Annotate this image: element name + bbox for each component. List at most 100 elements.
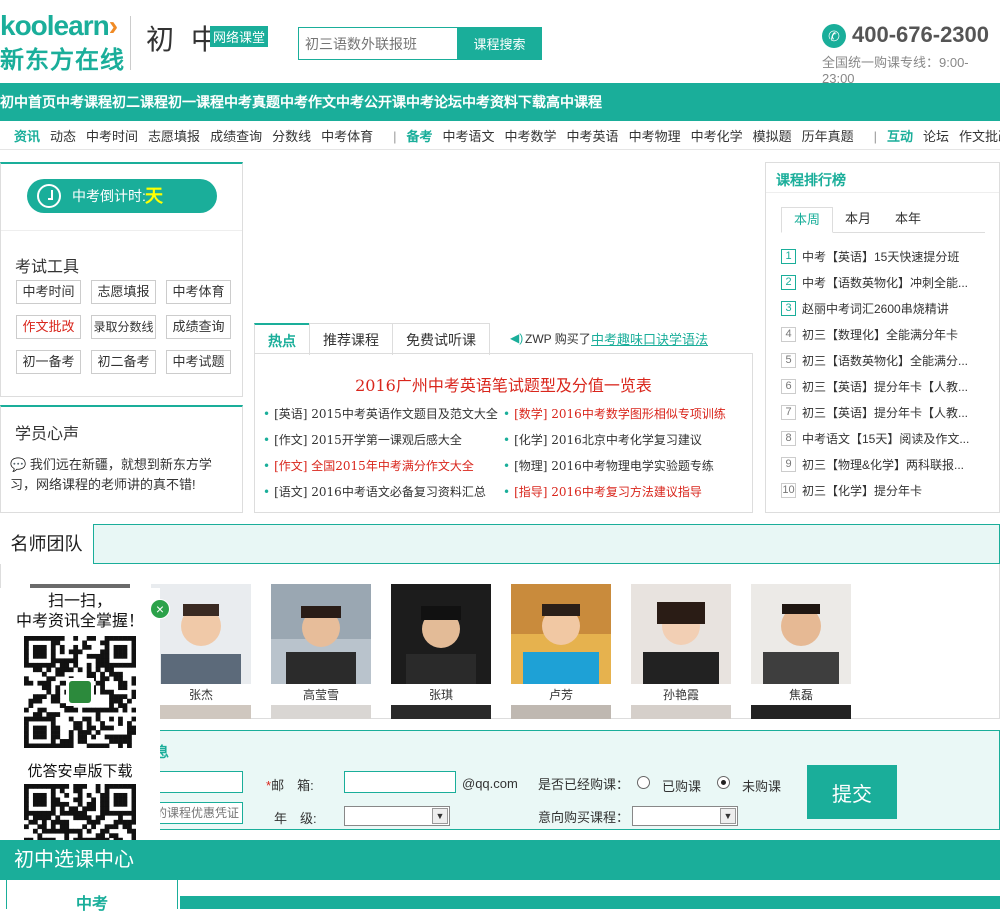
email-input[interactable] [344, 771, 456, 793]
news-item[interactable]: • [语文] 2016中考语文必备复习资料汇总 [263, 483, 486, 500]
radio-not-bought-label[interactable]: 未购课 [742, 776, 781, 795]
nav-item[interactable]: 初一课程 [168, 83, 224, 121]
subnav-item[interactable]: 历年真题 [802, 123, 854, 150]
news-item[interactable]: • [指导] 2016中考复习方法建议指导 [503, 483, 702, 500]
tool-button[interactable]: 中考体育 [166, 280, 231, 304]
subnav-head-interact[interactable]: 互动 [887, 123, 913, 150]
rank-tab-month[interactable]: 本月 [833, 207, 883, 233]
subnav-item[interactable]: 志愿填报 [148, 123, 200, 150]
teacher-name[interactable]: 张杰 [151, 686, 251, 703]
search-input[interactable] [298, 27, 458, 60]
rank-item[interactable]: 7 初三【英语】提分年卡【人教... [781, 404, 968, 421]
rank-item[interactable]: 1 中考【英语】15天快速提分班 [781, 248, 959, 265]
teacher-name[interactable]: 高莹雪 [271, 686, 371, 703]
news-item[interactable]: • [作文] 2015开学第一课观后感大全 [263, 431, 462, 448]
teacher-photo[interactable] [151, 705, 251, 719]
close-icon[interactable]: × [150, 599, 170, 619]
rank-item[interactable]: 8 中考语文【15天】阅读及作文... [781, 430, 969, 447]
tool-button[interactable]: 录取分数线 [91, 315, 156, 339]
nav-item[interactable]: 初二课程 [112, 83, 168, 121]
coupon-input[interactable] [150, 802, 243, 824]
subnav-item[interactable]: 模拟题 [753, 123, 792, 150]
teacher-photo[interactable] [151, 584, 251, 684]
logo-cn[interactable]: 新东方在线 [0, 40, 125, 75]
radio-not-bought[interactable] [717, 776, 730, 789]
subnav-item[interactable]: 论坛 [923, 123, 949, 150]
nav-item[interactable]: 中考公开课 [336, 83, 406, 121]
teacher-photo[interactable] [511, 705, 611, 719]
teacher-photo[interactable] [751, 584, 851, 684]
subnav-item[interactable]: 动态 [50, 123, 76, 150]
teacher-photo[interactable] [631, 584, 731, 684]
subnav-item[interactable]: 中考物理 [629, 123, 681, 150]
intent-select[interactable]: ▼ [632, 806, 738, 826]
news-item[interactable]: • [物理] 2016中考物理电学实验题专练 [503, 457, 714, 474]
tool-button-essay[interactable]: 作文批改 [16, 315, 81, 339]
news-item[interactable]: • [化学] 2016北京中考化学复习建议 [503, 431, 702, 448]
qr-code-app[interactable] [24, 784, 136, 840]
rank-item[interactable]: 9 初三【物理&化学】两科联报... [781, 456, 964, 473]
subnav-item[interactable]: 中考体育 [321, 123, 373, 150]
subnav-head-prep[interactable]: 备考 [407, 123, 433, 150]
teacher-name[interactable]: 孙艳霞 [631, 686, 731, 703]
tool-button[interactable]: 中考时间 [16, 280, 81, 304]
rank-tab-week[interactable]: 本周 [781, 207, 834, 233]
tool-button[interactable]: 志愿填报 [91, 280, 156, 304]
app-download-text[interactable]: 优答安卓版下载 [0, 760, 160, 781]
radio-bought-label[interactable]: 已购课 [662, 776, 701, 795]
subnav-head-news[interactable]: 资讯 [14, 123, 40, 150]
subnav-item[interactable]: 分数线 [272, 123, 311, 150]
teacher-section-title[interactable]: 名师团队 [0, 524, 94, 564]
nav-item[interactable]: 中考论坛 [406, 83, 462, 121]
subnav-item[interactable]: 中考数学 [505, 123, 557, 150]
subnav-item[interactable]: 成绩查询 [210, 123, 262, 150]
rank-tab-year[interactable]: 本年 [883, 207, 933, 233]
teacher-name[interactable]: 卢芳 [511, 686, 611, 703]
grade-select[interactable]: ▼ [344, 806, 450, 826]
teacher-photo[interactable] [271, 705, 371, 719]
subnav-item[interactable]: 中考时间 [86, 123, 138, 150]
rank-item[interactable]: 10 初三【化学】提分年卡 [781, 482, 922, 499]
teacher-photo[interactable] [391, 584, 491, 684]
name-input[interactable] [150, 771, 243, 793]
search-button[interactable]: 课程搜索 [457, 27, 542, 60]
news-item[interactable]: • [作文] 全国2015年中考满分作文大全 [263, 457, 474, 474]
subnav-item[interactable]: 中考化学 [691, 123, 743, 150]
subnav-item[interactable]: 作文批改 [959, 123, 1000, 150]
rank-item[interactable]: 2 中考【语数英物化】冲刺全能... [781, 274, 968, 291]
news-item[interactable]: • [数学] 2016中考数学图形相似专项训练 [503, 405, 726, 422]
tab-recommended[interactable]: 推荐课程 [309, 323, 393, 355]
rank-item[interactable]: 3 赵丽中考词汇2600串烧精讲 [781, 300, 949, 317]
teacher-photo[interactable] [391, 705, 491, 719]
radio-bought[interactable] [637, 776, 650, 789]
teacher-photo[interactable] [271, 584, 371, 684]
nav-item[interactable]: 中考课程 [56, 83, 112, 121]
news-item[interactable]: • [英语] 2015中考英语作文题目及范文大全 [263, 405, 498, 422]
ticker-course-link[interactable]: 中考趣味口诀学语法 [591, 329, 708, 348]
nav-item[interactable]: 高中课程 [546, 83, 602, 121]
tab-hot[interactable]: 热点 [254, 323, 310, 355]
rank-item[interactable]: 5 初三【语数英物化】全能满分... [781, 352, 968, 369]
tool-button[interactable]: 初一备考 [16, 350, 81, 374]
tool-button[interactable]: 初二备考 [91, 350, 156, 374]
nav-item[interactable]: 中考作文 [280, 83, 336, 121]
rank-item[interactable]: 6 初三【英语】提分年卡【人教... [781, 378, 968, 395]
tab-free-trial[interactable]: 免费试听课 [392, 323, 490, 355]
tool-button[interactable]: 中考试题 [166, 350, 231, 374]
headline-link[interactable]: 2016广州中考英语笔试题型及分值一览表 [254, 372, 753, 396]
course-center-label[interactable]: 中考 [6, 890, 178, 914]
logo-en[interactable]: koolearn› [0, 10, 118, 42]
subnav-item[interactable]: 中考语文 [443, 123, 495, 150]
teacher-photo[interactable] [511, 584, 611, 684]
teacher-name[interactable]: 张琪 [391, 686, 491, 703]
nav-item[interactable]: 中考资料下载 [462, 83, 546, 121]
rank-item[interactable]: 4 初三【数理化】全能满分年卡 [781, 326, 958, 343]
nav-item[interactable]: 初中首页 [0, 83, 56, 121]
teacher-photo[interactable] [631, 705, 731, 719]
teacher-name[interactable]: 焦磊 [751, 686, 851, 703]
teacher-photo[interactable] [751, 705, 851, 719]
submit-button[interactable]: 提交 [807, 765, 897, 819]
tool-button[interactable]: 成绩查询 [166, 315, 231, 339]
nav-item[interactable]: 中考真题 [224, 83, 280, 121]
subnav-item[interactable]: 中考英语 [567, 123, 619, 150]
